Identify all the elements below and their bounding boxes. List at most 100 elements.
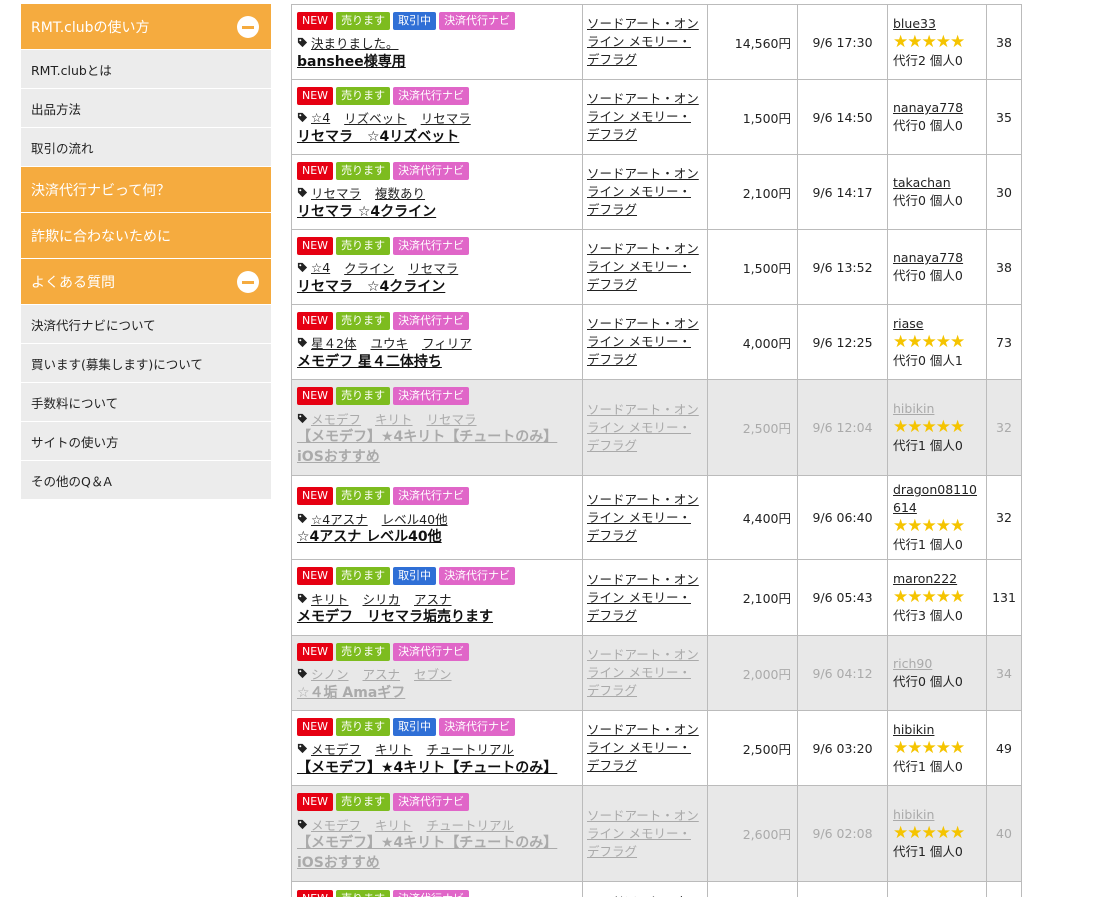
tag-link[interactable]: 複数あり — [375, 183, 425, 202]
table-row[interactable]: NEW 売ります 決済代行ナビ リセマラ 複数あり リセマラ ☆4クライン ソードアート・オ… — [291, 154, 1022, 230]
tag-link[interactable]: メモデフ — [311, 739, 361, 758]
game-link[interactable]: ソードアート・オンライン メモリー・デフラグ — [587, 722, 699, 773]
seller-link[interactable]: hibikin — [893, 807, 934, 822]
tag-link[interactable]: チュートリアル — [427, 815, 514, 834]
tag-link[interactable]: キリト — [375, 739, 413, 758]
listing-title-link[interactable]: メモデフ リセマラ垢売ります — [297, 609, 493, 625]
tag-link[interactable]: シノン — [311, 664, 349, 683]
table-row[interactable]: NEW 売ります 決済代行ナビ メモデフ キリト リセマラ 【メモデフ】★4キリト【チュート… — [291, 379, 1022, 476]
table-row[interactable]: NEW 売ります 取引中 決済代行ナビ メモデフ キリト チュートリアル 【メモデフ】★4キリ… — [291, 710, 1022, 786]
listing-title-link[interactable]: メモデフ 星４二体持ち — [297, 354, 442, 370]
listing-title-link[interactable]: 【メモデフ】★4キリト【チュートのみ】iOSおすすめ — [297, 429, 557, 465]
game-link[interactable]: ソードアート・オンライン メモリー・デフラグ — [587, 402, 699, 453]
sidebar-head-howto[interactable]: RMT.clubの使い方 — [21, 4, 271, 50]
listing-title-link[interactable]: リセマラ ☆4クライン — [297, 279, 445, 295]
tag-link[interactable]: リセマラ — [408, 258, 458, 277]
sidebar-item-faq-other[interactable]: その他のQ＆A — [21, 461, 271, 500]
game-link[interactable]: ソードアート・オンライン メモリー・デフラグ — [587, 316, 699, 367]
tag-link[interactable]: キリト — [311, 589, 349, 608]
tag-icon — [297, 819, 308, 830]
listing-title-cell: NEW 売ります 決済代行ナビ ☆4 リズベット リセマラ リセマラ ☆4リズベット — [291, 79, 583, 155]
tag-link[interactable]: ☆4 — [311, 260, 330, 275]
tag-link[interactable]: チュートリアル — [427, 739, 514, 758]
tag-link[interactable]: レベル40他 — [382, 509, 448, 528]
sidebar-head-faq[interactable]: よくある質問 — [21, 259, 271, 305]
listing-title-link[interactable]: リセマラ ☆4リズベット — [297, 129, 459, 145]
seller-link[interactable]: takachan — [893, 175, 951, 190]
seller-link[interactable]: blue33 — [893, 16, 936, 31]
tag-link[interactable]: ☆4アスナ — [311, 509, 368, 528]
tag-link[interactable]: 決まりました。 — [311, 33, 399, 52]
tag-link[interactable]: セブン — [414, 664, 452, 683]
collapse-minus-icon[interactable] — [237, 15, 259, 38]
table-row[interactable]: NEW 売ります 取引中 決済代行ナビ 決まりました。 banshee様専用 ソードアート・… — [291, 4, 1022, 80]
game-link[interactable]: ソードアート・オンライン メモリー・デフラグ — [587, 808, 699, 859]
tag-link[interactable]: リセマラ — [311, 183, 361, 202]
navi-badge: 決済代行ナビ — [393, 793, 470, 811]
tag-link[interactable]: クライン — [344, 258, 394, 277]
listing-title-link[interactable]: リセマラ ☆4クライン — [297, 204, 436, 220]
listing-title-link[interactable]: ☆4アスナ レベル40他 — [297, 529, 442, 545]
table-row[interactable]: NEW 売ります 決済代行ナビ シノン アスナ セブン ☆４垢 Amaギフ ソードアート・オン… — [291, 635, 1022, 711]
game-link[interactable]: ソードアート・オンライン メモリー・デフラグ — [587, 241, 699, 292]
seller-link[interactable]: hibikin — [893, 722, 934, 737]
sidebar-item-faq-buy[interactable]: 買います(募集します)について — [21, 344, 271, 383]
tag-link[interactable]: アスナ — [414, 589, 452, 608]
listing-title-link[interactable]: banshee様専用 — [297, 54, 406, 70]
seller-link[interactable]: nanaya778 — [893, 250, 963, 265]
tag-link[interactable]: シリカ — [363, 589, 401, 608]
seller-link[interactable]: nanaya778 — [893, 100, 963, 115]
tag-link[interactable]: メモデフ — [311, 815, 361, 834]
tag-link[interactable]: アスナ — [363, 664, 401, 683]
sell-badge: 売ります — [336, 793, 391, 811]
tag-link[interactable]: 星４2体 — [311, 333, 356, 352]
table-row[interactable]: NEW 売ります 決済代行ナビ ☆4アスナ レベル40他 ☆4アスナ レベル40他 ソードア… — [291, 475, 1022, 560]
sidebar-item-flow[interactable]: 取引の流れ — [21, 128, 271, 167]
game-link[interactable]: ソードアート・オン — [587, 894, 699, 897]
game-link[interactable]: ソードアート・オンライン メモリー・デフラグ — [587, 91, 699, 142]
sidebar-item-faq-usage[interactable]: サイトの使い方 — [21, 422, 271, 461]
tag-link[interactable]: ユウキ — [370, 333, 408, 352]
seller-name-wrap: hibikin — [893, 721, 981, 739]
tag-link[interactable]: キリト — [375, 409, 413, 428]
seller-link[interactable]: maron222 — [893, 571, 957, 586]
sidebar-item-about[interactable]: RMT.clubとは — [21, 50, 271, 89]
listing-title-link[interactable]: ☆４垢 Amaギフ — [297, 685, 405, 701]
table-row[interactable]: NEW 売ります 決済代行ナビ ☆4 クライン リセマラ リセマラ ☆4クライン ソードアート… — [291, 229, 1022, 305]
table-row[interactable]: NEW 売ります 取引中 決済代行ナビ キリト シリカ アスナ メモデフ リセマラ垢売りますソ… — [291, 559, 1022, 636]
sidebar-head-fraud[interactable]: 詐欺に合わないために — [21, 213, 271, 259]
sidebar-item-faq-fee[interactable]: 手数料について — [21, 383, 271, 422]
tag-link[interactable]: フィリア — [422, 333, 472, 352]
seller-link[interactable]: rich90 — [893, 656, 932, 671]
tag-link[interactable]: リセマラ — [427, 409, 477, 428]
game-link[interactable]: ソードアート・オンライン メモリー・デフラグ — [587, 572, 699, 623]
table-row[interactable]: NEW 売ります 決済代行ナビ メモデフ キリト チュートリアル 【メモデフ】★4キリト【チ… — [291, 785, 1022, 882]
seller-link[interactable]: dragon08110614 — [893, 482, 977, 515]
tag-link[interactable]: リセマラ — [421, 108, 471, 127]
badge-group: NEW売ります決済代行ナビ — [297, 890, 577, 897]
listing-title-cell: NEW 売ります 決済代行ナビ リセマラ 複数あり リセマラ ☆4クライン — [291, 154, 583, 230]
tag-link[interactable]: ☆4 — [311, 110, 330, 125]
table-row[interactable]: NEW売ります決済代行ナビソードアート・オン — [291, 881, 1022, 897]
seller-link[interactable]: hibikin — [893, 401, 934, 416]
collapse-minus-icon[interactable] — [237, 270, 259, 293]
sell-badge: 売ります — [336, 642, 391, 661]
listing-title-link[interactable]: 【メモデフ】★4キリト【チュートのみ】iOSおすすめ — [297, 835, 557, 871]
game-cell: ソードアート・オンライン メモリー・デフラグ — [582, 229, 708, 305]
seller-link[interactable]: riase — [893, 316, 923, 331]
listing-title-link[interactable]: 【メモデフ】★4キリト【チュートのみ】 — [297, 760, 557, 776]
price-cell: 2,100円 — [707, 559, 798, 636]
tag-link[interactable]: メモデフ — [311, 409, 361, 428]
game-link[interactable]: ソードアート・オンライン メモリー・デフラグ — [587, 166, 699, 217]
table-row[interactable]: NEW 売ります 決済代行ナビ 星４2体 ユウキ フィリア メモデフ 星４二体持ち ソードアー… — [291, 304, 1022, 380]
tag-link[interactable]: キリト — [375, 815, 413, 834]
game-link[interactable]: ソードアート・オンライン メモリー・デフラグ — [587, 492, 699, 543]
sidebar-item-faq-navi[interactable]: 決済代行ナビについて — [21, 305, 271, 344]
sidebar-item-listing[interactable]: 出品方法 — [21, 89, 271, 128]
sidebar-head-navi[interactable]: 決済代行ナビって何？ — [21, 167, 271, 213]
game-link[interactable]: ソードアート・オンライン メモリー・デフラグ — [587, 647, 699, 698]
game-link[interactable]: ソードアート・オンライン メモリー・デフラグ — [587, 16, 699, 67]
sell-badge: 売ります — [336, 890, 391, 897]
table-row[interactable]: NEW 売ります 決済代行ナビ ☆4 リズベット リセマラ リセマラ ☆4リズベット ソードア… — [291, 79, 1022, 155]
tag-link[interactable]: リズベット — [344, 108, 407, 127]
